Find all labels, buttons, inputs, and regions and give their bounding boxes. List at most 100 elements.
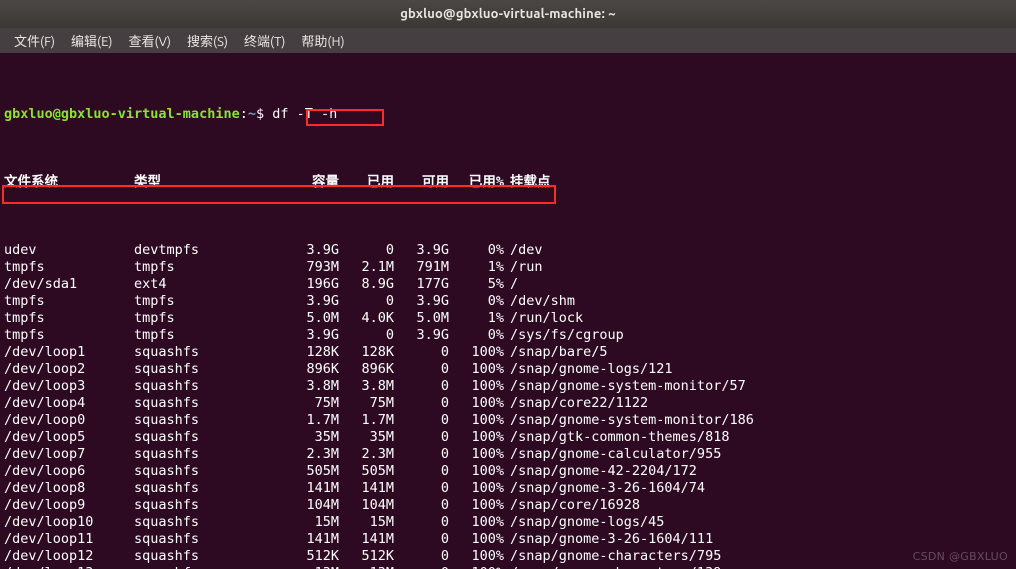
cell-fs: /dev/loop5 bbox=[4, 429, 134, 446]
cell-pct: 100% bbox=[449, 531, 504, 548]
cell-size: 793M bbox=[284, 259, 339, 276]
table-row: /dev/loop12squashfs512K512K0100%/snap/gn… bbox=[4, 548, 1012, 565]
cell-used: 0 bbox=[339, 293, 394, 310]
cell-type: tmpfs bbox=[134, 327, 284, 344]
cell-fs: /dev/loop13 bbox=[4, 565, 134, 569]
cell-pct: 100% bbox=[449, 429, 504, 446]
cell-fs: /dev/loop3 bbox=[4, 378, 134, 395]
cell-size: 896K bbox=[284, 361, 339, 378]
menu-file[interactable]: 文件(F) bbox=[6, 31, 63, 50]
cell-avail: 0 bbox=[394, 514, 449, 531]
prompt-line: gbxluo@gbxluo-virtual-machine:~$ df -T -… bbox=[4, 106, 1012, 123]
cell-size: 141M bbox=[284, 480, 339, 497]
hdr-usepct: 已用% bbox=[449, 174, 504, 191]
cell-used: 104M bbox=[339, 497, 394, 514]
cell-mount: /snap/gnome-calculator/955 bbox=[504, 446, 721, 463]
cell-mount: /snap/core/16928 bbox=[504, 497, 640, 514]
terminal-viewport[interactable]: gbxluo@gbxluo-virtual-machine:~$ df -T -… bbox=[0, 53, 1016, 569]
cell-size: 3.8M bbox=[284, 378, 339, 395]
cell-mount: /snap/gnome-42-2204/172 bbox=[504, 463, 697, 480]
cell-used: 13M bbox=[339, 565, 394, 569]
cell-pct: 1% bbox=[449, 310, 504, 327]
cell-pct: 100% bbox=[449, 361, 504, 378]
cell-pct: 1% bbox=[449, 259, 504, 276]
cell-fs: tmpfs bbox=[4, 310, 134, 327]
hdr-filesystem: 文件系统 bbox=[4, 174, 134, 191]
cell-fs: tmpfs bbox=[4, 327, 134, 344]
menu-help[interactable]: 帮助(H) bbox=[293, 31, 352, 50]
table-row: udevdevtmpfs3.9G03.9G0%/dev bbox=[4, 242, 1012, 259]
cell-mount: /snap/gnome-logs/45 bbox=[504, 514, 664, 531]
table-row: /dev/loop10squashfs15M15M0100%/snap/gnom… bbox=[4, 514, 1012, 531]
cell-fs: /dev/loop12 bbox=[4, 548, 134, 565]
typed-command: df -T -h bbox=[272, 106, 337, 123]
cell-used: 141M bbox=[339, 480, 394, 497]
cell-pct: 100% bbox=[449, 548, 504, 565]
cell-size: 2.3M bbox=[284, 446, 339, 463]
cell-fs: tmpfs bbox=[4, 259, 134, 276]
cell-used: 75M bbox=[339, 395, 394, 412]
watermark: CSDN @GBXLUO bbox=[913, 550, 1008, 563]
cell-fs: /dev/loop6 bbox=[4, 463, 134, 480]
cell-mount: /run bbox=[504, 259, 543, 276]
cell-size: 1.7M bbox=[284, 412, 339, 429]
cell-avail: 0 bbox=[394, 548, 449, 565]
table-row: /dev/loop7squashfs2.3M2.3M0100%/snap/gno… bbox=[4, 446, 1012, 463]
cell-used: 4.0K bbox=[339, 310, 394, 327]
cell-type: squashfs bbox=[134, 412, 284, 429]
cell-used: 896K bbox=[339, 361, 394, 378]
cell-pct: 100% bbox=[449, 463, 504, 480]
cell-avail: 0 bbox=[394, 463, 449, 480]
hdr-mount: 挂载点 bbox=[504, 174, 551, 191]
cell-avail: 0 bbox=[394, 565, 449, 569]
cell-size: 3.9G bbox=[284, 327, 339, 344]
cell-pct: 100% bbox=[449, 344, 504, 361]
menu-bar: 文件(F) 编辑(E) 查看(V) 搜索(S) 终端(T) 帮助(H) bbox=[0, 28, 1016, 53]
table-row: /dev/loop13squashfs13M13M0100%/snap/gnom… bbox=[4, 565, 1012, 569]
cell-size: 3.9G bbox=[284, 242, 339, 259]
prompt-userhost: gbxluo@gbxluo-virtual-machine bbox=[4, 106, 240, 123]
table-row: tmpfstmpfs5.0M4.0K5.0M1%/run/lock bbox=[4, 310, 1012, 327]
menu-view[interactable]: 查看(V) bbox=[121, 31, 179, 50]
cell-pct: 0% bbox=[449, 293, 504, 310]
table-row: /dev/loop4squashfs75M75M0100%/snap/core2… bbox=[4, 395, 1012, 412]
cell-pct: 100% bbox=[449, 446, 504, 463]
cell-used: 3.8M bbox=[339, 378, 394, 395]
menu-search[interactable]: 搜索(S) bbox=[179, 31, 236, 50]
cell-type: squashfs bbox=[134, 429, 284, 446]
cell-mount: /snap/gnome-system-monitor/57 bbox=[504, 378, 746, 395]
cell-avail: 0 bbox=[394, 395, 449, 412]
cell-used: 15M bbox=[339, 514, 394, 531]
terminal-window: gbxluo@gbxluo-virtual-machine: ~ 文件(F) 编… bbox=[0, 0, 1016, 569]
cell-mount: /snap/core22/1122 bbox=[504, 395, 648, 412]
df-header-row: 文件系统类型容量已用可用已用%挂载点 bbox=[4, 174, 1012, 191]
cell-used: 35M bbox=[339, 429, 394, 446]
cell-avail: 0 bbox=[394, 497, 449, 514]
menu-terminal[interactable]: 终端(T) bbox=[236, 31, 293, 50]
cell-avail: 0 bbox=[394, 480, 449, 497]
cell-fs: /dev/sda1 bbox=[4, 276, 134, 293]
menu-edit[interactable]: 编辑(E) bbox=[63, 31, 120, 50]
df-rows: udevdevtmpfs3.9G03.9G0%/devtmpfstmpfs793… bbox=[4, 242, 1012, 569]
window-titlebar[interactable]: gbxluo@gbxluo-virtual-machine: ~ bbox=[0, 0, 1016, 28]
cell-used: 128K bbox=[339, 344, 394, 361]
cell-size: 505M bbox=[284, 463, 339, 480]
cell-mount: /dev bbox=[504, 242, 543, 259]
cell-size: 141M bbox=[284, 531, 339, 548]
cell-avail: 3.9G bbox=[394, 293, 449, 310]
cell-type: squashfs bbox=[134, 463, 284, 480]
table-row: tmpfstmpfs3.9G03.9G0%/dev/shm bbox=[4, 293, 1012, 310]
cell-avail: 0 bbox=[394, 361, 449, 378]
cell-type: tmpfs bbox=[134, 293, 284, 310]
cell-used: 2.1M bbox=[339, 259, 394, 276]
table-row: tmpfstmpfs793M2.1M791M1%/run bbox=[4, 259, 1012, 276]
cell-size: 128K bbox=[284, 344, 339, 361]
hdr-used: 已用 bbox=[339, 174, 394, 191]
window-title: gbxluo@gbxluo-virtual-machine: ~ bbox=[400, 7, 616, 21]
cell-used: 505M bbox=[339, 463, 394, 480]
cell-type: squashfs bbox=[134, 361, 284, 378]
prompt-sep: : bbox=[240, 106, 248, 123]
cell-used: 1.7M bbox=[339, 412, 394, 429]
cell-used: 141M bbox=[339, 531, 394, 548]
cell-type: squashfs bbox=[134, 344, 284, 361]
